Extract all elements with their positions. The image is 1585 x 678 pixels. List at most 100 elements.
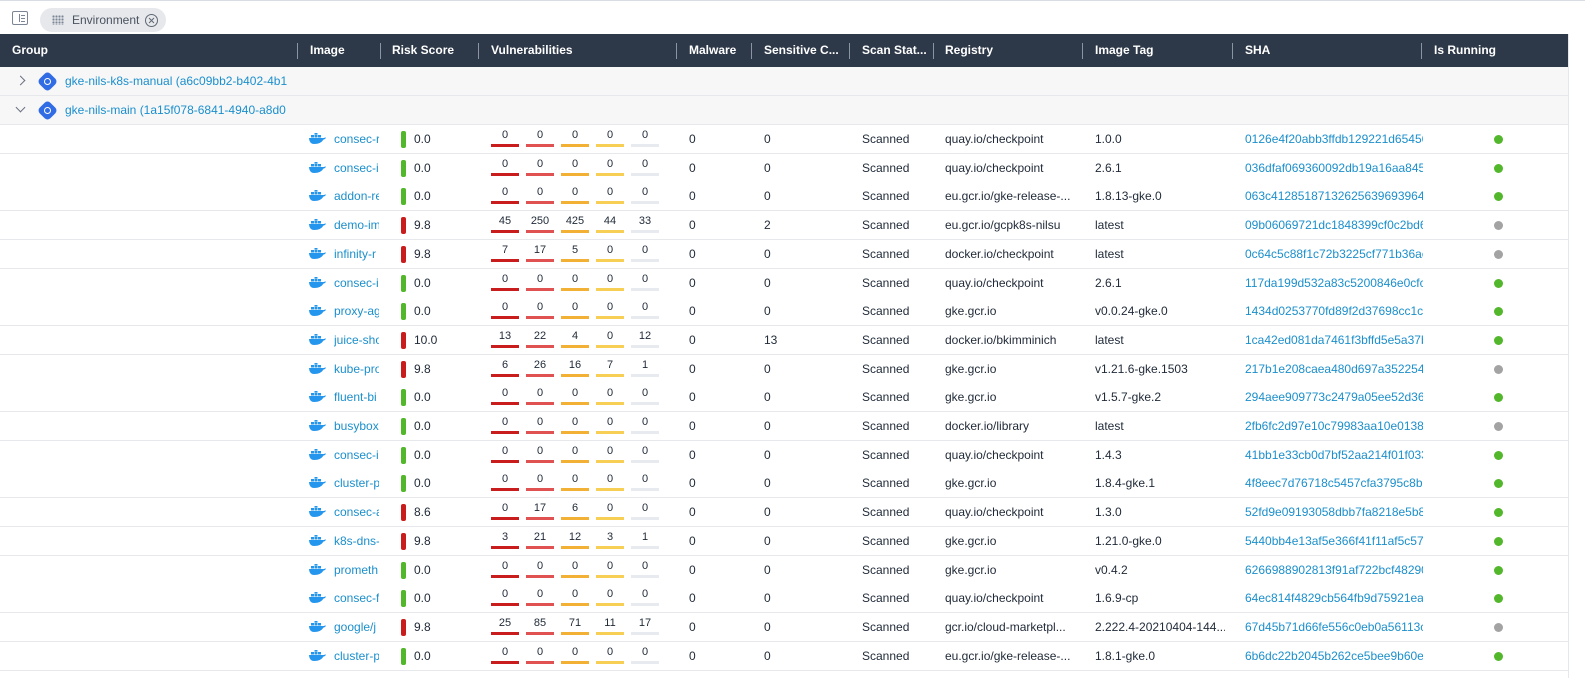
vulnerability-count[interactable]: 0	[631, 387, 659, 407]
image-name-link[interactable]: consec-r	[334, 125, 379, 153]
image-name-link[interactable]: consec-f	[334, 584, 379, 612]
vulnerability-count[interactable]: 250	[526, 215, 554, 235]
image-name-link[interactable]: juice-sho	[334, 326, 379, 354]
vulnerability-count[interactable]: 0	[491, 158, 519, 178]
vulnerability-count[interactable]: 0	[491, 416, 519, 436]
vulnerability-count[interactable]: 0	[561, 473, 589, 493]
vulnerability-count[interactable]: 0	[491, 186, 519, 206]
vulnerability-count[interactable]: 17	[526, 244, 554, 264]
vulnerability-count[interactable]: 0	[631, 244, 659, 264]
vulnerability-count[interactable]: 26	[526, 359, 554, 379]
image-name-link[interactable]: cluster-p	[334, 642, 379, 670]
table-row[interactable]: fluent-bi 0.0 0 0 0 0 0 0 0 Scanned gke.gcr.io v1.5…	[0, 383, 1568, 412]
table-row[interactable]: consec-f 0.0 0 0 0 0 0 0 0 Scanned quay.io/checkpo…	[0, 584, 1568, 613]
vulnerability-count[interactable]: 0	[526, 560, 554, 580]
image-name-link[interactable]: consec-a	[334, 498, 379, 526]
vulnerability-count[interactable]: 0	[561, 588, 589, 608]
image-name-link[interactable]: addon-re	[334, 182, 379, 210]
vulnerability-count[interactable]: 0	[561, 129, 589, 149]
column-header-scan-status[interactable]: Scan Stat...	[862, 34, 930, 67]
column-resizer[interactable]	[849, 43, 850, 59]
sha-link[interactable]: 063c4128518713262563969396477	[1245, 182, 1423, 210]
column-resizer[interactable]	[751, 43, 752, 59]
table-row[interactable]: prometh 0.0 0 0 0 0 0 0 0 Scanned gke.gcr.io v0.4.2…	[0, 556, 1568, 585]
image-name-link[interactable]: demo-im	[334, 211, 379, 239]
vulnerability-count[interactable]: 0	[631, 158, 659, 178]
vulnerability-count[interactable]: 0	[526, 387, 554, 407]
sidebar-toggle-icon[interactable]	[12, 11, 28, 25]
vulnerability-count[interactable]: 16	[561, 359, 589, 379]
group-row[interactable]: gke-nils-k8s-manual (a6c09bb2-b402-4b1	[0, 67, 1568, 96]
vulnerability-count[interactable]: 0	[596, 646, 624, 666]
table-row[interactable]: google/j 9.8 25 85 71 11 17 0 0 Scanned gcr.io/clo…	[0, 613, 1568, 642]
table-row[interactable]: cluster-p 0.0 0 0 0 0 0 0 0 Scanned gke.gcr.io 1.8.…	[0, 469, 1568, 498]
vulnerability-count[interactable]: 33	[631, 215, 659, 235]
group-label[interactable]: gke-nils-main (1a15f078-6841-4940-a8d0	[65, 96, 297, 125]
vulnerability-count[interactable]: 0	[561, 387, 589, 407]
image-name-link[interactable]: kube-pro	[334, 355, 379, 383]
column-resizer[interactable]	[478, 43, 479, 59]
environment-filter-chip[interactable]: Environment	[40, 8, 166, 32]
vulnerability-count[interactable]: 12	[561, 531, 589, 551]
vulnerability-count[interactable]: 17	[631, 617, 659, 637]
vulnerability-count[interactable]: 0	[526, 588, 554, 608]
image-name-link[interactable]: consec-i	[334, 441, 379, 469]
vulnerability-count[interactable]: 3	[491, 531, 519, 551]
vulnerability-count[interactable]: 425	[561, 215, 589, 235]
vulnerability-count[interactable]: 0	[561, 186, 589, 206]
vulnerability-count[interactable]: 0	[596, 387, 624, 407]
sha-link[interactable]: 1ca42ed081da7461f3bffd5e5a37b	[1245, 326, 1423, 354]
vulnerability-count[interactable]: 0	[631, 445, 659, 465]
vulnerability-count[interactable]: 0	[491, 646, 519, 666]
sha-link[interactable]: 5440bb4e13af5e366f41f11af5c57	[1245, 527, 1423, 555]
vulnerability-count[interactable]: 0	[561, 646, 589, 666]
column-resizer[interactable]	[933, 43, 934, 59]
sha-link[interactable]: 4f8eec7d76718c5457cfa3795c8b2	[1245, 469, 1423, 497]
vulnerability-count[interactable]: 0	[491, 445, 519, 465]
vulnerability-count[interactable]: 0	[526, 445, 554, 465]
sha-link[interactable]: 036dfaf069360092db19a16aa8454	[1245, 154, 1423, 182]
vulnerability-count[interactable]: 0	[491, 473, 519, 493]
sha-link[interactable]: 6266988902813f91af722bcf48290	[1245, 556, 1423, 584]
chevron-down-icon[interactable]	[15, 102, 26, 113]
sha-link[interactable]: 41bb1e33cb0d7bf52aa214f01f033	[1245, 441, 1423, 469]
vulnerability-count[interactable]: 0	[631, 301, 659, 321]
vulnerability-count[interactable]: 0	[596, 588, 624, 608]
image-name-link[interactable]: k8s-dns-	[334, 527, 379, 555]
vulnerability-count[interactable]: 5	[561, 244, 589, 264]
image-name-link[interactable]: prometh	[334, 556, 379, 584]
vulnerability-count[interactable]: 4	[561, 330, 589, 350]
vulnerability-count[interactable]: 13	[491, 330, 519, 350]
vulnerability-count[interactable]: 21	[526, 531, 554, 551]
image-name-link[interactable]: busybox	[334, 412, 379, 440]
vulnerability-count[interactable]: 0	[526, 416, 554, 436]
vulnerability-count[interactable]: 0	[596, 273, 624, 293]
sha-link[interactable]: 217b1e208caea480d697a3522548	[1245, 355, 1423, 383]
table-row[interactable]: consec-r 0.0 0 0 0 0 0 0 0 Scanned quay.io/checkpo…	[0, 125, 1568, 154]
vulnerability-count[interactable]: 0	[491, 301, 519, 321]
column-header-sensitive-content[interactable]: Sensitive C...	[764, 34, 846, 67]
column-header-image-tag[interactable]: Image Tag	[1095, 34, 1225, 67]
vulnerability-count[interactable]: 0	[561, 445, 589, 465]
column-header-image[interactable]: Image	[310, 34, 375, 67]
column-header-sha[interactable]: SHA	[1245, 34, 1415, 67]
vulnerability-count[interactable]: 0	[561, 273, 589, 293]
sha-link[interactable]: 0c64c5c88f1c72b3225cf771b36ae	[1245, 240, 1423, 268]
image-name-link[interactable]: cluster-p	[334, 469, 379, 497]
vulnerability-count[interactable]: 0	[631, 646, 659, 666]
vulnerability-count[interactable]: 17	[526, 502, 554, 522]
sha-link[interactable]: 2fb6fc2d97e10c79983aa10e01382	[1245, 412, 1423, 440]
table-row[interactable]: consec-a 8.6 0 17 6 0 0 0 0 Scanned quay.io/checkp…	[0, 498, 1568, 527]
vulnerability-count[interactable]: 0	[596, 560, 624, 580]
sha-link[interactable]: 294aee909773c2479a05ee52d363	[1245, 383, 1423, 411]
vulnerability-count[interactable]: 0	[526, 158, 554, 178]
vulnerability-count[interactable]: 0	[596, 301, 624, 321]
column-resizer[interactable]	[1232, 43, 1233, 59]
column-resizer[interactable]	[1082, 43, 1083, 59]
table-row[interactable]: consec-i 0.0 0 0 0 0 0 0 0 Scanned quay.io/checkpo…	[0, 154, 1568, 183]
vulnerability-count[interactable]: 0	[596, 330, 624, 350]
chevron-right-icon[interactable]	[15, 75, 26, 86]
table-row[interactable]: consec-i 0.0 0 0 0 0 0 0 0 Scanned quay.io/checkpo…	[0, 269, 1568, 298]
vulnerability-count[interactable]: 0	[596, 416, 624, 436]
vulnerability-count[interactable]: 0	[526, 646, 554, 666]
